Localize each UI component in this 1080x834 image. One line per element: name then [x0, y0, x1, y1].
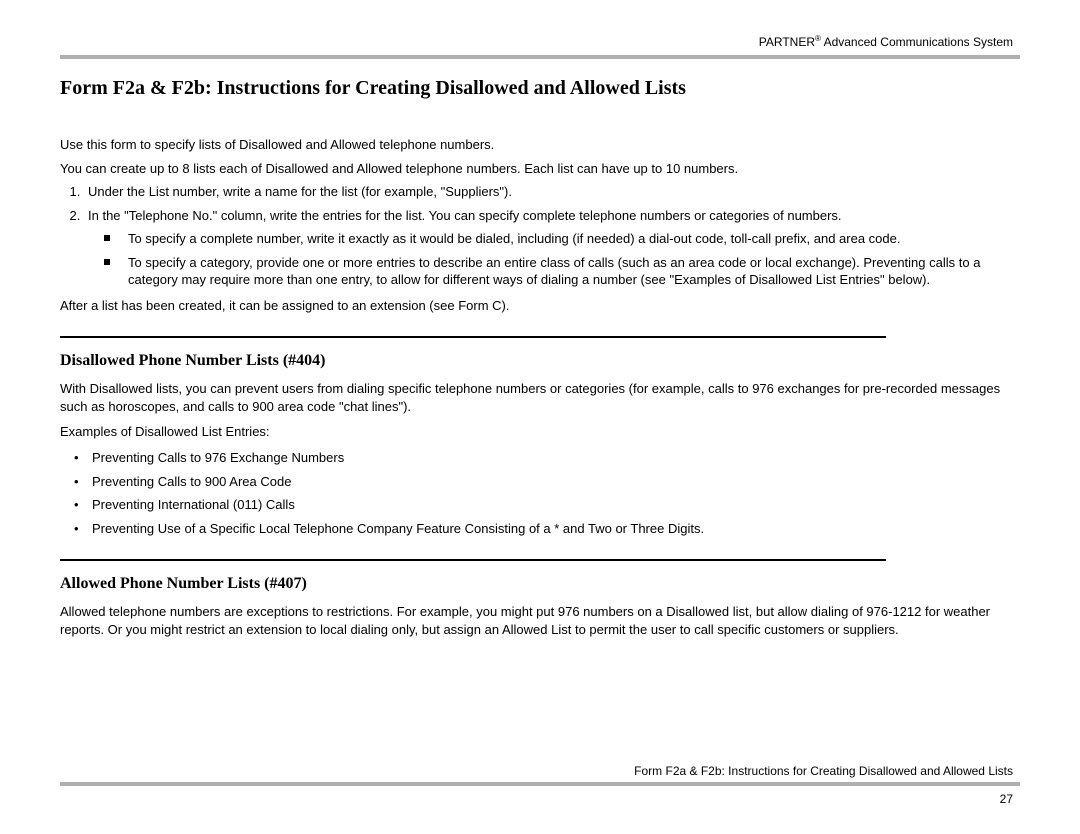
disallowed-examples-label: Examples of Disallowed List Entries:: [60, 423, 1020, 441]
disallowed-p1: With Disallowed lists, you can prevent u…: [60, 380, 1020, 415]
allowed-heading: Allowed Phone Number Lists (#407): [60, 575, 1020, 593]
page-number: 27: [60, 792, 1013, 806]
disallowed-heading: Disallowed Phone Number Lists (#404): [60, 352, 1020, 370]
step-2-sub-2: To specify a category, provide one or mo…: [118, 254, 1020, 289]
after-list-note: After a list has been created, it can be…: [60, 297, 1020, 315]
step-1: Under the List number, write a name for …: [84, 183, 1020, 201]
footer-title: Form F2a & F2b: Instructions for Creatin…: [60, 764, 1013, 778]
brand-suffix: Advanced Communications System: [821, 35, 1013, 49]
intro-p1: Use this form to specify lists of Disall…: [60, 136, 1020, 154]
intro-block: Use this form to specify lists of Disall…: [60, 136, 1020, 177]
step-2-text: In the "Telephone No." column, write the…: [88, 208, 842, 223]
page-footer: Form F2a & F2b: Instructions for Creatin…: [60, 764, 1020, 806]
intro-p2: You can create up to 8 lists each of Dis…: [60, 160, 1020, 178]
disallowed-ex-4: Preventing Use of a Specific Local Telep…: [84, 520, 1020, 538]
brand-name: PARTNER: [759, 35, 815, 49]
step-2-sublist: To specify a complete number, write it e…: [88, 230, 1020, 289]
disallowed-ex-3: Preventing International (011) Calls: [84, 496, 1020, 514]
step-2-sub-1: To specify a complete number, write it e…: [118, 230, 1020, 248]
footer-rule: [60, 782, 1020, 786]
section-rule-2: [60, 559, 886, 561]
allowed-p1: Allowed telephone numbers are exceptions…: [60, 603, 1020, 638]
disallowed-ex-2: Preventing Calls to 900 Area Code: [84, 473, 1020, 491]
disallowed-ex-1: Preventing Calls to 976 Exchange Numbers: [84, 449, 1020, 467]
header-brand: PARTNER® Advanced Communications System: [60, 34, 1013, 49]
step-2: In the "Telephone No." column, write the…: [84, 207, 1020, 289]
section-rule-1: [60, 336, 886, 338]
instruction-steps: Under the List number, write a name for …: [60, 183, 1020, 289]
page-title: Form F2a & F2b: Instructions for Creatin…: [60, 77, 1020, 100]
header-rule: [60, 55, 1020, 59]
disallowed-examples-list: Preventing Calls to 976 Exchange Numbers…: [60, 449, 1020, 537]
